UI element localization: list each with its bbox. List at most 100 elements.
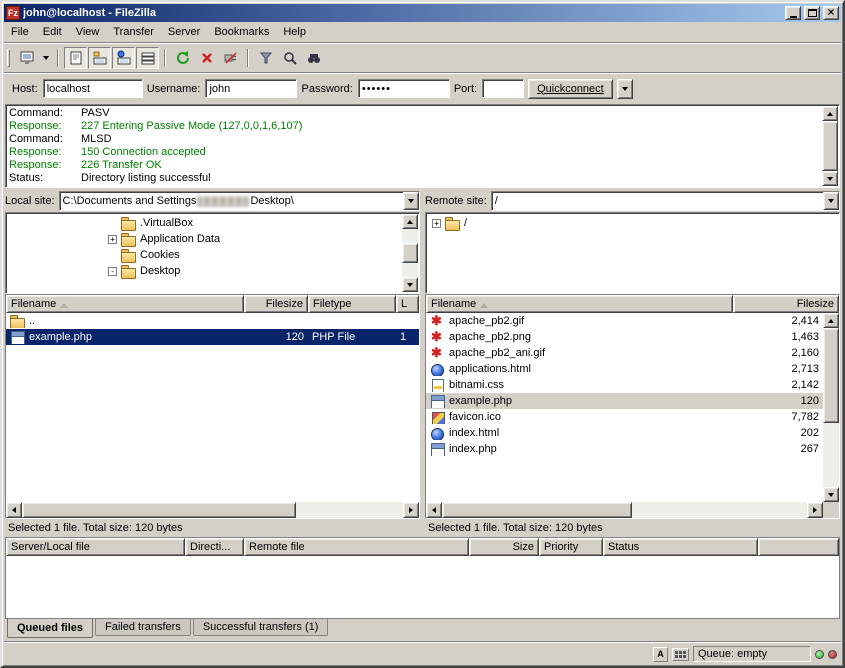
toggle-remote-tree-button[interactable] [112,47,135,69]
file-row[interactable]: index.html202 [426,425,823,441]
file-row-example-php-selected[interactable]: example.php120 [426,393,823,409]
scroll-right-button[interactable] [403,502,419,518]
find-button[interactable] [302,47,325,69]
toggle-queue-button[interactable] [136,47,159,69]
username-input[interactable] [205,79,297,98]
compare-button[interactable] [278,47,301,69]
column-status[interactable]: Status [603,538,758,556]
close-button[interactable] [823,6,839,20]
minimize-button[interactable] [785,6,801,20]
column-remote-file[interactable]: Remote file [244,538,469,556]
remote-site-combo[interactable]: / [491,191,840,211]
maximize-button[interactable] [804,6,820,20]
menu-file[interactable]: File [4,24,36,40]
refresh-button[interactable] [171,47,194,69]
file-row[interactable]: favicon.ico7,782 [426,409,823,425]
scroll-left-button[interactable] [426,502,442,518]
column-filename[interactable]: Filename [426,295,733,313]
folder-icon [445,217,460,230]
file-row[interactable]: apache_pb2_ani.gif2,160 [426,345,823,361]
tree-item-root[interactable]: +/ [428,215,821,231]
expander-plus[interactable]: + [108,235,117,244]
scrollbar-thumb[interactable] [22,502,296,518]
column-filesize[interactable]: Filesize [244,295,308,313]
scroll-up-button[interactable] [822,106,838,121]
scrollbar-thumb[interactable] [822,121,838,171]
remote-horizontal-scrollbar[interactable] [426,502,839,518]
file-size: 2,713 [717,363,823,375]
keypad-icon[interactable] [672,648,689,661]
file-size: 202 [717,427,823,439]
scrollbar-track[interactable] [442,502,807,518]
file-row[interactable]: index.php267 [426,441,823,457]
toggle-message-log-button[interactable] [64,47,87,69]
menu-transfer[interactable]: Transfer [106,24,161,40]
filter-button[interactable] [254,47,277,69]
scroll-left-button[interactable] [6,502,22,518]
file-row[interactable]: applications.html2,713 [426,361,823,377]
site-manager-dropdown-button[interactable] [39,47,52,69]
column-direction[interactable]: Directi... [185,538,244,556]
disconnect-button[interactable] [219,47,242,69]
local-site-combo[interactable]: C:\Documents and SettingsDesktop\ [59,191,420,211]
file-row-example-php-selected[interactable]: example.php 120 PHP File 1 [6,329,419,345]
scroll-right-button[interactable] [807,502,823,518]
path-prefix: C:\Documents and Settings [63,195,197,207]
scrollbar-track[interactable] [822,121,838,171]
scroll-up-button[interactable] [823,313,839,328]
log-text: 227 Entering Passive Mode (127,0,0,1,6,1… [81,120,302,133]
scroll-down-button[interactable] [402,277,418,292]
menu-bookmarks[interactable]: Bookmarks [207,24,276,40]
remote-site-dropdown-button[interactable] [823,192,839,210]
scrollbar-track[interactable] [22,502,403,518]
scrollbar-thumb[interactable] [442,502,632,518]
toolbar-gripper[interactable] [7,49,10,67]
transfer-type-icon[interactable]: A [653,647,668,662]
tree-item-application-data[interactable]: +Application Data [8,231,401,247]
expander-minus[interactable]: - [108,267,117,276]
scroll-down-button[interactable] [822,171,838,186]
menu-view[interactable]: View [69,24,107,40]
tree-item-desktop[interactable]: -Desktop [8,263,401,279]
expander-plus[interactable]: + [432,219,441,228]
scroll-down-button[interactable] [823,487,839,502]
quickconnect-button[interactable]: Quickconnect [528,79,613,99]
log-scrollbar[interactable] [822,106,838,186]
menu-server[interactable]: Server [161,24,207,40]
file-row[interactable]: apache_pb2.png1,463 [426,329,823,345]
cancel-button[interactable] [195,47,218,69]
menu-edit[interactable]: Edit [36,24,69,40]
toggle-local-tree-button[interactable] [88,47,111,69]
menu-help[interactable]: Help [276,24,313,40]
tab-successful-transfers[interactable]: Successful transfers (1) [193,619,329,636]
local-horizontal-scrollbar[interactable] [6,502,419,518]
scrollbar-track[interactable] [823,328,839,487]
tree-item-virtualbox[interactable]: .VirtualBox [8,215,401,231]
tab-failed-transfers[interactable]: Failed transfers [95,619,191,636]
arrow-down-icon [827,177,833,184]
file-row[interactable]: apache_pb2.gif2,414 [426,313,823,329]
scrollbar-track[interactable] [402,229,418,277]
column-size[interactable]: Size [469,538,539,556]
tree-item-cookies[interactable]: Cookies [8,247,401,263]
quickconnect-dropdown-button[interactable] [617,79,633,99]
column-server-local-file[interactable]: Server/Local file [6,538,185,556]
column-priority[interactable]: Priority [539,538,603,556]
file-row[interactable]: bitnami.css2,142 [426,377,823,393]
file-row-parent-dir[interactable]: .. [6,313,419,329]
column-filename[interactable]: Filename [6,295,244,313]
host-input[interactable] [43,79,143,98]
column-filetype[interactable]: Filetype [308,295,396,313]
local-site-dropdown-button[interactable] [403,192,419,210]
column-last-modified[interactable]: L [396,295,419,313]
scroll-up-button[interactable] [402,214,418,229]
scrollbar-thumb[interactable] [823,328,839,423]
column-filesize[interactable]: Filesize [733,295,839,313]
port-input[interactable] [482,79,524,98]
local-tree-scrollbar[interactable] [402,214,418,292]
site-manager-button[interactable] [15,47,38,69]
scrollbar-thumb[interactable] [402,243,418,263]
remote-vertical-scrollbar[interactable] [823,313,839,502]
password-input[interactable] [358,79,450,98]
tab-queued-files[interactable]: Queued files [7,619,93,638]
